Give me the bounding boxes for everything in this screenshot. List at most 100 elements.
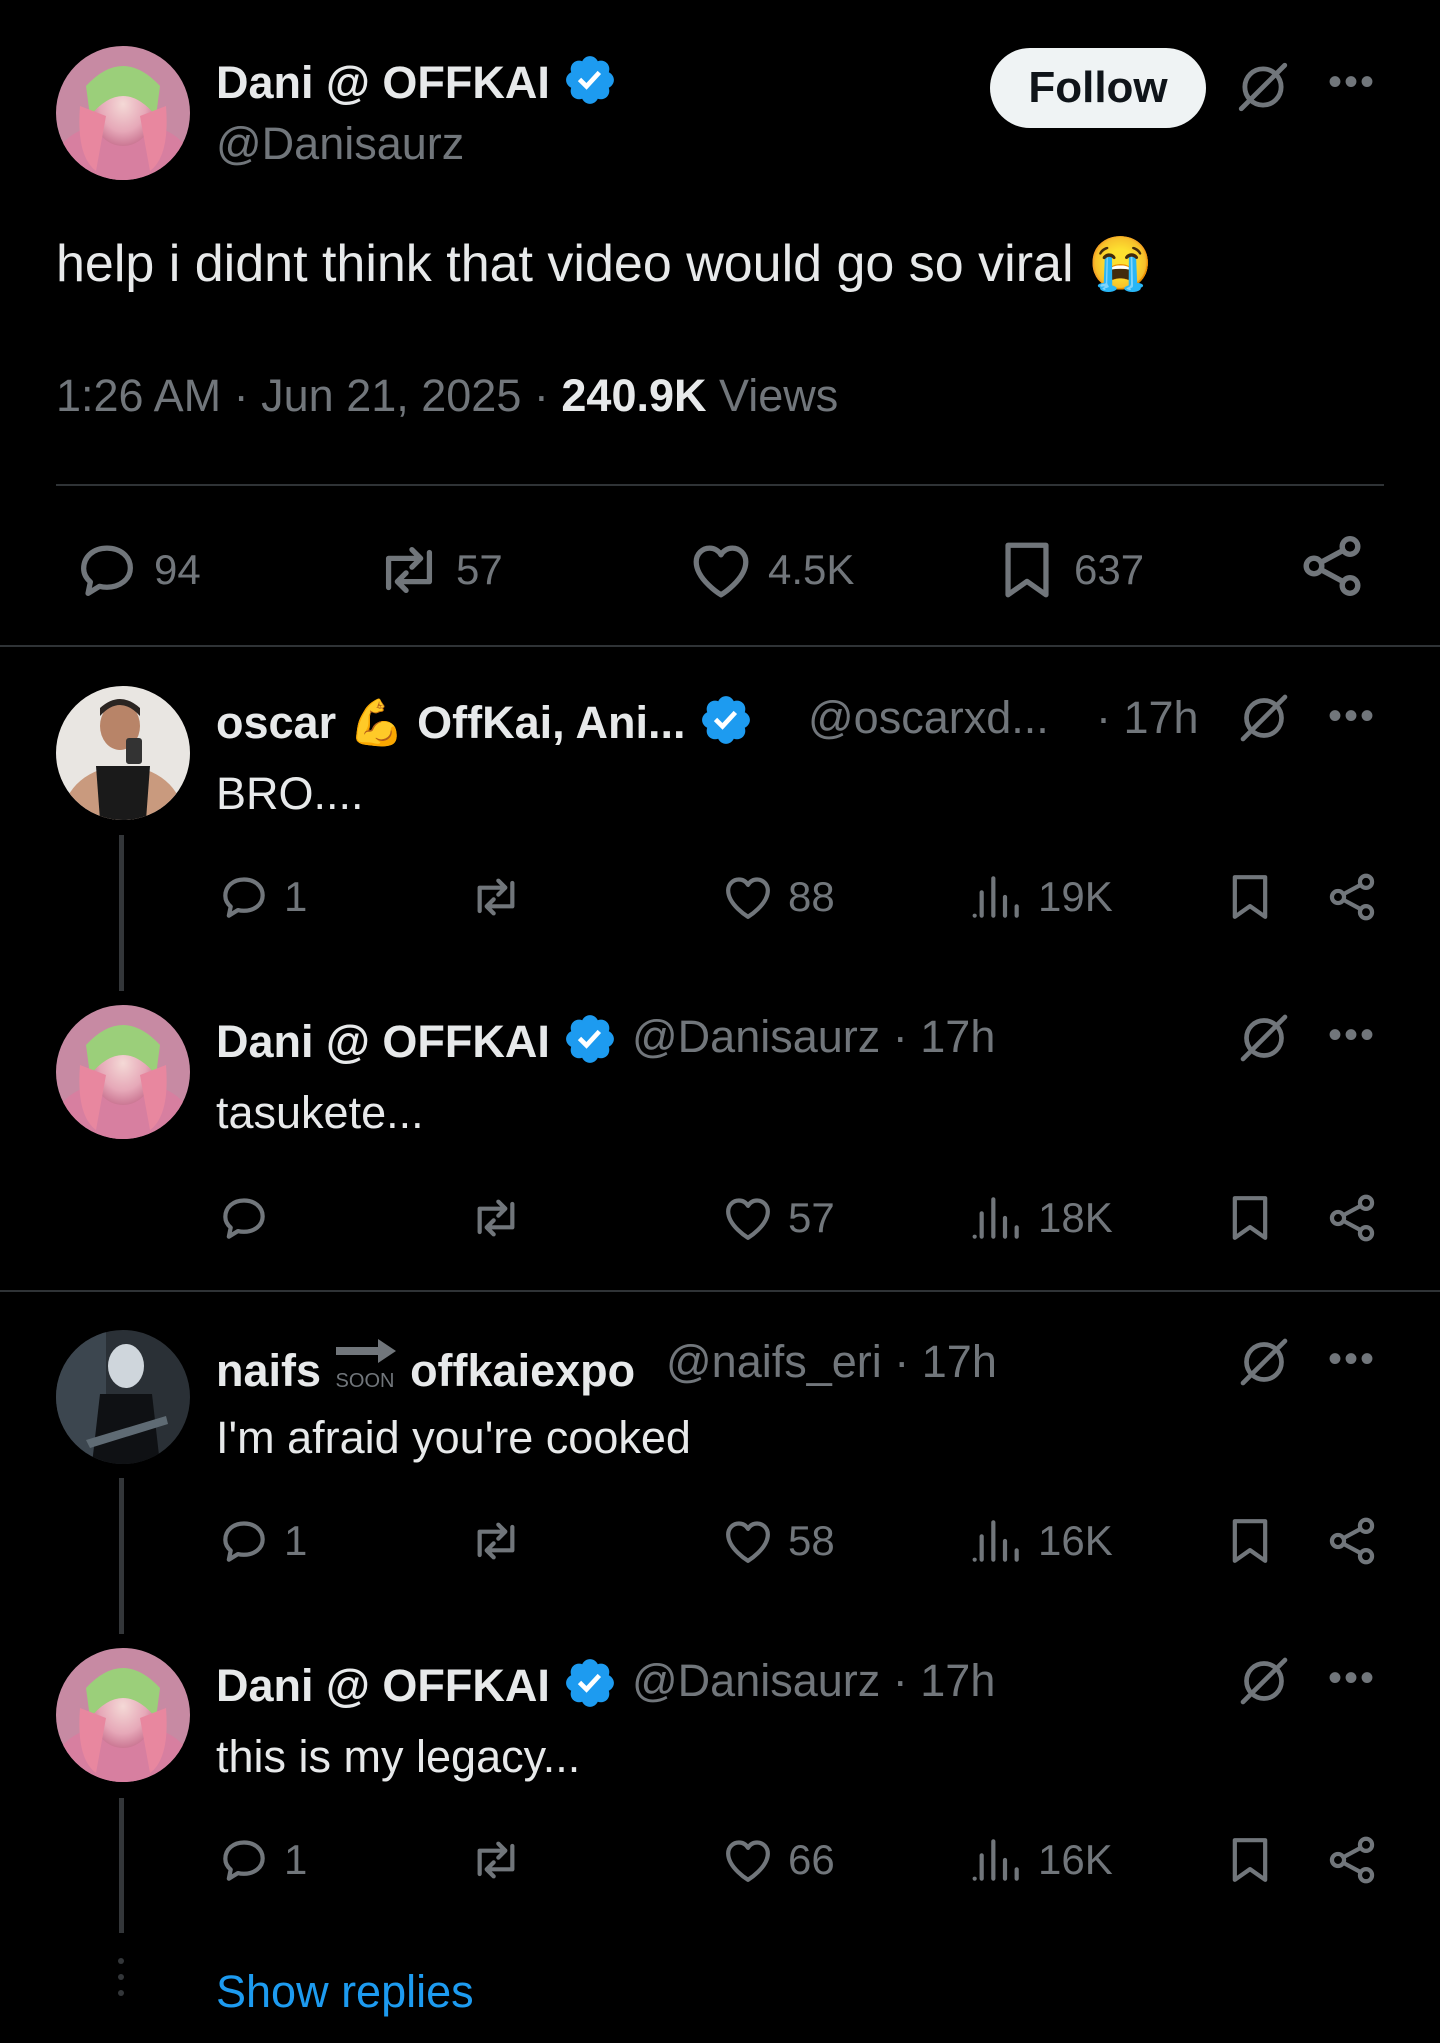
reply-time[interactable]: · 17h <box>893 1011 996 1062</box>
repost-button[interactable] <box>468 869 536 925</box>
views-count: 16K <box>1038 1836 1113 1883</box>
reply-time[interactable]: · 17h <box>894 1336 997 1387</box>
bookmark-icon[interactable] <box>1222 1190 1278 1246</box>
post-metadata: 1:26 AM · Jun 21, 2025 · 240.9K Views <box>56 370 839 421</box>
reply-author-handle[interactable]: @Danisaurz · 17h <box>632 1011 995 1063</box>
views-count: 16K <box>1038 1517 1113 1564</box>
show-replies-link[interactable]: Show replies <box>216 1966 474 2018</box>
bookmark-icon[interactable] <box>1222 1513 1278 1569</box>
repost-button[interactable] <box>468 1190 536 1246</box>
views-count: 19K <box>1038 873 1113 920</box>
share-icon[interactable] <box>1296 530 1368 602</box>
reply-text: tasukete... <box>216 1087 424 1138</box>
reply-button[interactable]: 1 <box>216 1513 307 1569</box>
reply-icon <box>216 869 272 925</box>
share-icon[interactable] <box>1324 1832 1380 1888</box>
views-button[interactable]: 19K <box>970 869 1113 925</box>
section-divider <box>0 645 1440 647</box>
like-button[interactable]: 4.5K <box>686 535 854 605</box>
bookmark-icon[interactable] <box>1222 869 1278 925</box>
repost-button[interactable]: 57 <box>374 535 503 605</box>
follow-button[interactable]: Follow <box>990 48 1206 128</box>
reply-author-name[interactable]: naifs SOON offkaiexpo <box>216 1336 635 1397</box>
reply-author-handle[interactable]: @naifs_eri · 17h <box>666 1336 997 1388</box>
views-button[interactable]: 16K <box>970 1513 1113 1569</box>
more-options-icon[interactable]: ••• <box>1328 694 1376 739</box>
views-icon <box>970 1513 1026 1569</box>
like-count: 88 <box>788 873 835 920</box>
more-options-icon[interactable]: ••• <box>1328 1013 1376 1058</box>
reply-icon <box>72 535 142 605</box>
repost-button[interactable] <box>468 1832 536 1888</box>
like-icon <box>720 1513 776 1569</box>
like-button[interactable]: 58 <box>720 1513 835 1569</box>
views-button[interactable]: 18K <box>970 1190 1113 1246</box>
reply-author-name[interactable]: oscar 💪 OffKai, Ani... <box>216 692 754 749</box>
share-icon[interactable] <box>1324 869 1380 925</box>
like-icon <box>720 1190 776 1246</box>
reply-button[interactable] <box>216 1190 284 1246</box>
bookmark-icon <box>992 535 1062 605</box>
reply-text: I'm afraid you're cooked <box>216 1412 691 1463</box>
views-icon <box>970 1190 1026 1246</box>
author-avatar[interactable] <box>56 46 190 180</box>
verified-badge-icon <box>698 692 754 748</box>
reply-button[interactable]: 1 <box>216 869 307 925</box>
reply-time[interactable]: · 17h <box>1096 692 1199 744</box>
more-options-icon[interactable]: ••• <box>1328 60 1376 105</box>
share-icon[interactable] <box>1324 1190 1380 1246</box>
post-text: help i didnt think that video would go s… <box>56 235 1153 293</box>
views-label: Views <box>719 370 839 421</box>
more-options-icon[interactable]: ••• <box>1328 1337 1376 1382</box>
repost-icon <box>374 535 444 605</box>
share-icon[interactable] <box>1324 1513 1380 1569</box>
like-icon <box>686 535 756 605</box>
author-handle[interactable]: @Danisaurz <box>216 118 464 170</box>
grok-icon[interactable] <box>1236 1653 1292 1709</box>
views-icon <box>970 869 1026 925</box>
thread-continuation-dots <box>116 1958 126 2018</box>
section-divider <box>0 1290 1440 1292</box>
like-count: 4.5K <box>768 546 855 593</box>
reply-avatar[interactable] <box>56 1330 190 1464</box>
more-options-icon[interactable]: ••• <box>1328 1656 1376 1701</box>
reply-icon <box>216 1832 272 1888</box>
reply-avatar[interactable] <box>56 1648 190 1782</box>
bookmark-count: 637 <box>1074 546 1145 593</box>
verified-badge-icon <box>562 52 618 108</box>
flexed-biceps-emoji-icon: 💪 <box>348 697 405 748</box>
reply-author-handle[interactable]: @Danisaurz · 17h <box>632 1655 995 1707</box>
reply-avatar[interactable] <box>56 686 190 820</box>
repost-count: 57 <box>456 546 503 593</box>
like-count: 58 <box>788 1517 835 1564</box>
like-button[interactable]: 88 <box>720 869 835 925</box>
reply-avatar[interactable] <box>56 1005 190 1139</box>
reply-icon <box>216 1190 272 1246</box>
views-count: 18K <box>1038 1194 1113 1241</box>
reply-text: this is my legacy... <box>216 1731 581 1782</box>
like-button[interactable]: 66 <box>720 1832 835 1888</box>
grok-icon[interactable] <box>1236 1010 1292 1066</box>
grok-icon[interactable] <box>1236 1334 1292 1390</box>
reply-author-name[interactable]: Dani @ OFFKAI <box>216 1655 618 1712</box>
reply-button[interactable]: 94 <box>72 535 201 605</box>
repost-icon <box>468 1513 524 1569</box>
bookmark-icon[interactable] <box>1222 1832 1278 1888</box>
like-icon <box>720 1832 776 1888</box>
reply-author-handle[interactable]: @oscarxd... <box>808 692 1049 744</box>
grok-icon[interactable] <box>1234 58 1292 116</box>
repost-icon <box>468 1190 524 1246</box>
like-icon <box>720 869 776 925</box>
bookmark-button[interactable]: 637 <box>992 535 1144 605</box>
views-button[interactable]: 16K <box>970 1832 1113 1888</box>
reply-time[interactable]: · 17h <box>893 1655 996 1706</box>
reply-text: BRO.... <box>216 768 364 819</box>
post-date[interactable]: Jun 21, 2025 <box>261 370 521 421</box>
repost-button[interactable] <box>468 1513 536 1569</box>
grok-icon[interactable] <box>1236 690 1292 746</box>
author-name[interactable]: Dani @ OFFKAI <box>216 52 618 109</box>
reply-author-name[interactable]: Dani @ OFFKAI <box>216 1011 618 1068</box>
verified-badge-icon <box>562 1011 618 1067</box>
like-button[interactable]: 57 <box>720 1190 835 1246</box>
reply-button[interactable]: 1 <box>216 1832 307 1888</box>
